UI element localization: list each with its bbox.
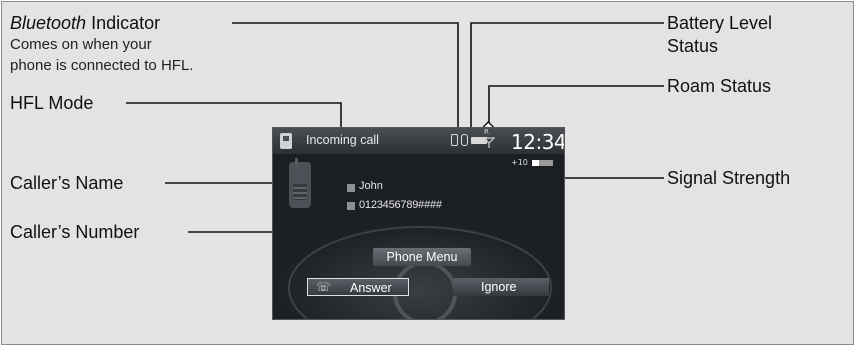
caller-number: 0123456789####	[359, 199, 442, 211]
callers-name-label: Caller’s Name	[10, 173, 124, 193]
phone-menu-button[interactable]: Phone Menu	[373, 248, 471, 266]
callers-number-label: Caller’s Number	[10, 222, 140, 242]
battery-level-label: Battery Level	[667, 13, 773, 33]
number-icon	[347, 202, 355, 210]
answer-button[interactable]: ☏ Answer	[307, 278, 409, 296]
bluetooth-desc-line1: Comes on when your	[10, 36, 152, 53]
phone-icon	[280, 133, 292, 149]
roam-status-label: Roam Status	[667, 76, 772, 96]
ignore-label: Ignore	[481, 280, 517, 294]
battery-level-status-label: Status	[667, 36, 719, 56]
incoming-call-text: Incoming call	[306, 133, 379, 147]
hfl-mode-label: HFL Mode	[10, 93, 94, 113]
bluetooth-indicator-label: Bluetooth Indicator	[10, 13, 161, 33]
signal-strength-label: Signal Strength	[667, 168, 791, 188]
volume-fill	[532, 160, 539, 166]
answer-label: Answer	[350, 281, 392, 295]
screen-header-bar: Incoming call R 12:34	[273, 128, 564, 154]
cellphone-graphic-icon	[289, 162, 311, 208]
diagram-stage: Bluetooth Indicator Comes on when your p…	[0, 0, 855, 346]
volume-bar	[532, 160, 553, 166]
handset-icon: ☏	[316, 280, 332, 294]
hfl-screen: Incoming call R 12:34 +10 John 012345678…	[272, 127, 565, 320]
bluetooth-icon	[461, 134, 468, 146]
signal-icon	[483, 137, 495, 148]
caller-name: John	[359, 180, 383, 192]
bluetooth-desc-line2: phone is connected to HFL.	[10, 57, 194, 74]
ignore-button[interactable]: Ignore	[453, 278, 549, 296]
contact-icon	[347, 184, 355, 192]
clock: 12:34	[511, 130, 565, 154]
roam-icon: R	[484, 128, 489, 136]
bluetooth-icon	[451, 134, 458, 146]
volume-label: +10	[511, 158, 528, 167]
